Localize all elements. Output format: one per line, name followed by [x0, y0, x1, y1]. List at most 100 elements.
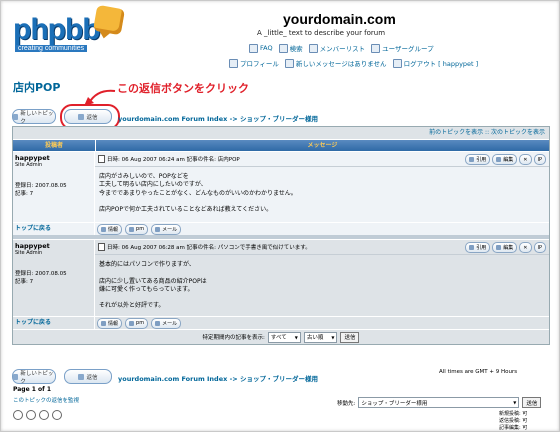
- logo-text: phpbb: [13, 13, 101, 46]
- split-icon[interactable]: [52, 410, 62, 420]
- reply-icon: [78, 373, 85, 380]
- faq-icon: [249, 43, 258, 53]
- pm-icon: [129, 320, 135, 326]
- edit-icon: [496, 157, 502, 162]
- quote-icon: [469, 245, 475, 250]
- annotation-text: この返信ボタンをクリック: [117, 82, 249, 95]
- back-to-top-link[interactable]: トップに戻る: [13, 317, 95, 329]
- permissions-list: 新規投稿: 可 返信投稿: 可 記事編集: 可: [499, 411, 528, 431]
- post-body: 店内がさみしいので、POPなどを 工夫して明るい店内にしたいのですが、 今までで…: [99, 173, 297, 214]
- moderation-icons: [13, 410, 62, 420]
- delete-icon: ✕: [523, 244, 528, 251]
- nav-usergroups[interactable]: ユーザーグループ: [371, 43, 434, 53]
- post-actions: 引用 編集 ✕ IP: [465, 242, 546, 253]
- reply-button-bottom[interactable]: 返信: [64, 369, 112, 384]
- top-navigation: FAQ 検索 メンバーリスト ユーザーグループ プロフィール 新しいメッセージは…: [229, 43, 499, 73]
- filter-label: 特定期間内の記事を表示:: [202, 335, 265, 341]
- post-doc-icon: [98, 155, 105, 163]
- filter-go-button[interactable]: 送信: [340, 331, 360, 343]
- jump-go-button[interactable]: 送信: [522, 397, 542, 408]
- post-author-cell: happypet Site Admin 登録日: 2007.08.05 記事: …: [13, 240, 95, 316]
- profile-button[interactable]: 情報: [97, 317, 123, 329]
- chevron-down-icon: ▼: [294, 334, 298, 340]
- new-topic-button-bottom[interactable]: 新しいトピック: [12, 369, 56, 385]
- message-column-header: メッセージ: [307, 142, 338, 149]
- profile-button[interactable]: 情報: [97, 223, 123, 235]
- quote-icon: [469, 157, 475, 162]
- post-username[interactable]: happypet: [15, 154, 92, 162]
- edit-button[interactable]: 編集: [492, 154, 518, 165]
- delete-button[interactable]: ✕: [519, 154, 532, 165]
- breadcrumb-bottom[interactable]: yourdomain.com Forum Index -> ショップ・ブリーダー…: [118, 373, 318, 383]
- logout-icon: [392, 58, 402, 68]
- display-filter-bar: 特定期間内の記事を表示: すべて ▼ 古い順 ▼ 送信: [13, 329, 549, 344]
- move-icon[interactable]: [26, 410, 36, 420]
- nav-search[interactable]: 検索: [278, 43, 303, 53]
- logo-tagline: creating communities: [15, 45, 88, 52]
- email-button[interactable]: メール: [151, 317, 182, 329]
- pagination-text: Page 1 of 1: [13, 386, 51, 393]
- ip-icon: IP: [537, 244, 543, 251]
- search-icon: [278, 43, 288, 53]
- email-icon: [155, 320, 161, 326]
- topic-title[interactable]: 店内POP: [13, 79, 60, 95]
- email-icon: [155, 226, 161, 232]
- nav-logout[interactable]: ログアウト [ happypet ]: [392, 58, 478, 68]
- lock-icon[interactable]: [13, 410, 23, 420]
- ip-icon: IP: [537, 156, 543, 163]
- post-footer: トップに戻る 情報 pm メール: [13, 316, 549, 329]
- order-select[interactable]: 古い順 ▼: [303, 331, 338, 343]
- timezone-text: All times are GMT + 9 Hours: [439, 369, 518, 375]
- profile-icon: [229, 58, 238, 68]
- jump-select[interactable]: ショップ・ブリーダー様用 ▼: [358, 397, 520, 408]
- phpbb-logo[interactable]: phpbb creating communities: [13, 4, 126, 55]
- post-user-stats: 登録日: 2007.08.05 記事: 7: [15, 183, 67, 197]
- post-body: 基本的にはパソコンで作りますが、 店内に少し置いてある商品の紹介POPは 嫌に可…: [99, 261, 207, 310]
- topic-navigation[interactable]: 前のトピックを表示 :: 次のトピックを表示: [13, 127, 549, 140]
- pm-button[interactable]: pm: [125, 317, 149, 329]
- page-frame: phpbb creating communities yourdomain.co…: [0, 0, 560, 432]
- post-user-stats: 登録日: 2007.08.05 記事: 7: [15, 271, 67, 285]
- post-row: happypet Site Admin 登録日: 2007.08.05 記事: …: [13, 151, 549, 222]
- site-name: yourdomain.com: [283, 11, 396, 27]
- quote-button[interactable]: 引用: [465, 154, 491, 165]
- nav-messages[interactable]: 新しいメッセージはありません: [284, 58, 387, 68]
- watch-topic-link[interactable]: このトピックの返信を監視: [13, 396, 79, 404]
- posts-table: 前のトピックを表示 :: 次のトピックを表示 投稿者 メッセージ happype…: [12, 126, 550, 345]
- email-button[interactable]: メール: [151, 223, 182, 235]
- edit-button[interactable]: 編集: [492, 242, 518, 253]
- delete-button[interactable]: ✕: [519, 242, 532, 253]
- pm-button[interactable]: pm: [125, 223, 149, 235]
- memberlist-icon: [308, 43, 318, 53]
- period-select[interactable]: すべて ▼: [267, 331, 301, 343]
- quote-button[interactable]: 引用: [465, 242, 491, 253]
- new-topic-icon: [13, 373, 19, 380]
- ip-button[interactable]: IP: [533, 242, 546, 253]
- ip-button[interactable]: IP: [533, 154, 546, 165]
- nav-faq[interactable]: FAQ: [249, 43, 273, 53]
- author-column-header: 投稿者: [13, 140, 96, 151]
- new-topic-button-top[interactable]: 新しいトピック: [12, 109, 56, 125]
- pm-icon: [129, 226, 135, 232]
- delete-topic-icon[interactable]: [39, 410, 49, 420]
- logo-bubble-icon: [92, 4, 126, 36]
- site-description: A _little_ text to describe your forum: [257, 29, 386, 37]
- table-header: 投稿者 メッセージ: [13, 140, 549, 151]
- post-user-rank: Site Admin: [15, 162, 43, 168]
- new-topic-icon: [13, 113, 19, 120]
- post-message-cell: 日時: 06 Aug 2007 06:28 am 記事の件名: パソコンで手書き…: [95, 240, 549, 316]
- post-row: happypet Site Admin 登録日: 2007.08.05 記事: …: [13, 239, 549, 316]
- usergroups-icon: [371, 43, 381, 53]
- post-author-cell: happypet Site Admin 登録日: 2007.08.05 記事: …: [13, 152, 95, 222]
- profile-icon: [101, 320, 106, 326]
- post-message-cell: 日時: 06 Aug 2007 06:24 am 記事の件名: 店内POP 引用…: [95, 152, 549, 222]
- back-to-top-link[interactable]: トップに戻る: [13, 223, 95, 235]
- jump-box: 移動先: ショップ・ブリーダー様用 ▼ 送信: [337, 397, 542, 408]
- post-username[interactable]: happypet: [15, 242, 92, 250]
- nav-memberlist[interactable]: メンバーリスト: [308, 43, 365, 53]
- nav-profile[interactable]: プロフィール: [229, 58, 279, 68]
- post-actions: 引用 編集 ✕ IP: [465, 154, 546, 165]
- post-user-rank: Site Admin: [15, 250, 43, 256]
- breadcrumb-top[interactable]: yourdomain.com Forum Index -> ショップ・ブリーダー…: [118, 113, 318, 123]
- delete-icon: ✕: [523, 156, 528, 163]
